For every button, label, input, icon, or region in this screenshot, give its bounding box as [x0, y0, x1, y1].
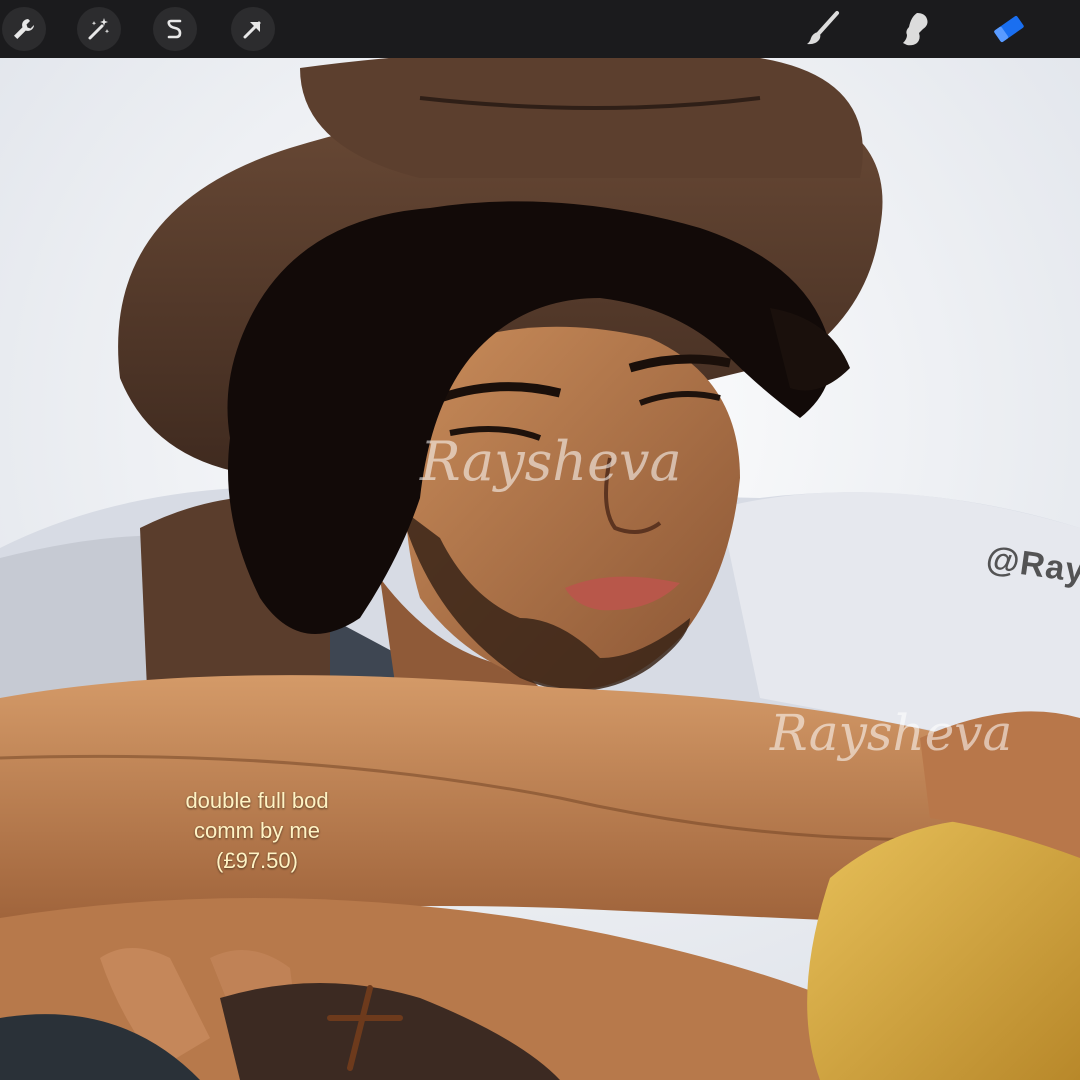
artwork-illustration [0, 58, 1080, 1080]
magic-wand-icon[interactable] [77, 7, 121, 51]
arrow-cursor-icon[interactable] [231, 7, 275, 51]
brush-icon[interactable] [800, 6, 846, 52]
smudge-icon[interactable] [892, 6, 938, 52]
drawing-canvas[interactable]: Raysheva Raysheva @Ray double full bod c… [0, 58, 1080, 1080]
eraser-icon[interactable] [986, 6, 1032, 52]
selection-icon[interactable] [153, 7, 197, 51]
top-toolbar [0, 0, 1080, 58]
caption-line-3: (£97.50) [216, 848, 298, 873]
caption-line-1: double full bod [185, 788, 329, 813]
caption-line-2: comm by me [194, 818, 320, 843]
caption-text: double full bod comm by me (£97.50) [152, 786, 362, 876]
wrench-icon[interactable] [2, 7, 46, 51]
